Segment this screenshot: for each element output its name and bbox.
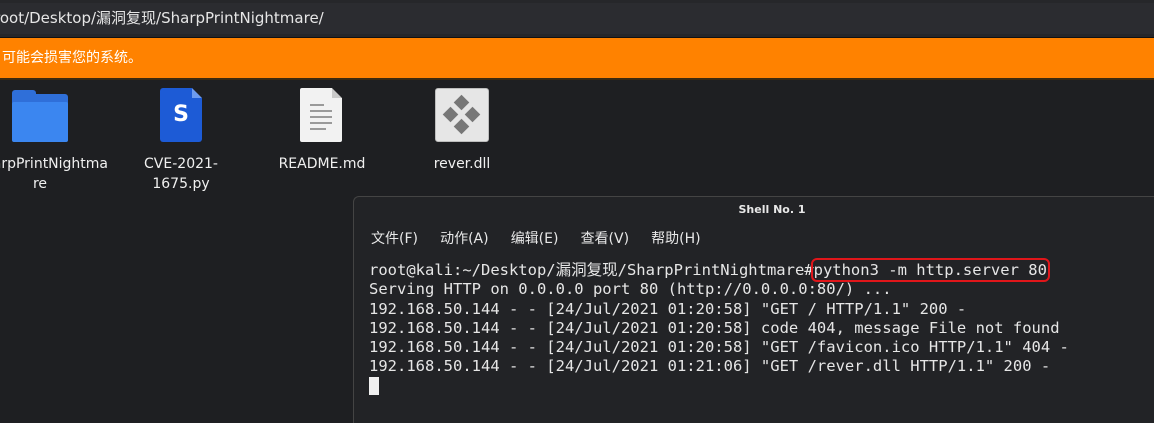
warning-text: 可能会损害您的系统。: [2, 50, 142, 66]
terminal-menubar: 文件(F) 动作(A) 编辑(E) 查看(V) 帮助(H): [371, 228, 718, 248]
file-name: rever.dll: [433, 156, 491, 172]
output-line: 192.168.50.144 - - [24/Jul/2021 01:20:58…: [369, 338, 1069, 357]
folder-icon: [10, 88, 70, 146]
file-item-python[interactable]: S CVE-2021-1675.py: [116, 88, 246, 194]
path-text: root/Desktop/漏洞复现/SharpPrintNightmare/: [0, 9, 324, 27]
file-item-dll[interactable]: rever.dll: [397, 88, 527, 174]
file-item-readme[interactable]: README.md: [257, 88, 387, 174]
output-line: 192.168.50.144 - - [24/Jul/2021 01:21:06…: [369, 357, 1051, 376]
menu-actions[interactable]: 动作(A): [440, 228, 489, 248]
output-line: 192.168.50.144 - - [24/Jul/2021 01:20:58…: [369, 299, 967, 318]
dll-file-icon: [432, 88, 492, 146]
python-file-icon: S: [151, 88, 211, 146]
menu-edit[interactable]: 编辑(E): [511, 228, 559, 248]
file-name: SharpPrintNightma re: [0, 156, 109, 192]
menu-view[interactable]: 查看(V): [581, 228, 630, 248]
menu-help[interactable]: 帮助(H): [651, 228, 700, 248]
file-item-folder[interactable]: SharpPrintNightma re: [0, 88, 109, 194]
file-name: README.md: [278, 156, 366, 172]
location-bar: root/Desktop/漏洞复现/SharpPrintNightmare/: [0, 0, 1154, 38]
warning-banner: 可能会损害您的系统。: [0, 38, 1154, 78]
path-field[interactable]: root/Desktop/漏洞复现/SharpPrintNightmare/: [0, 3, 1154, 34]
highlighted-command: python3 -m http.server 80: [810, 258, 1050, 282]
output-line: Serving HTTP on 0.0.0.0 port 80 (http://…: [369, 280, 892, 299]
text-cursor: [369, 377, 379, 396]
terminal-window[interactable]: Shell No. 1 文件(F) 动作(A) 编辑(E) 查看(V) 帮助(H…: [353, 196, 1154, 423]
menu-file[interactable]: 文件(F): [371, 228, 418, 248]
terminal-prompt: root@kali:~/Desktop/漏洞复现/SharpPrintNight…: [369, 261, 814, 279]
output-line: 192.168.50.144 - - [24/Jul/2021 01:20:58…: [369, 318, 1060, 337]
terminal-output[interactable]: root@kali:~/Desktop/漏洞复现/SharpPrintNight…: [369, 258, 1154, 396]
file-name: CVE-2021-1675.py: [144, 156, 218, 192]
text-file-icon: [292, 88, 352, 146]
terminal-title: Shell No. 1: [738, 203, 806, 216]
